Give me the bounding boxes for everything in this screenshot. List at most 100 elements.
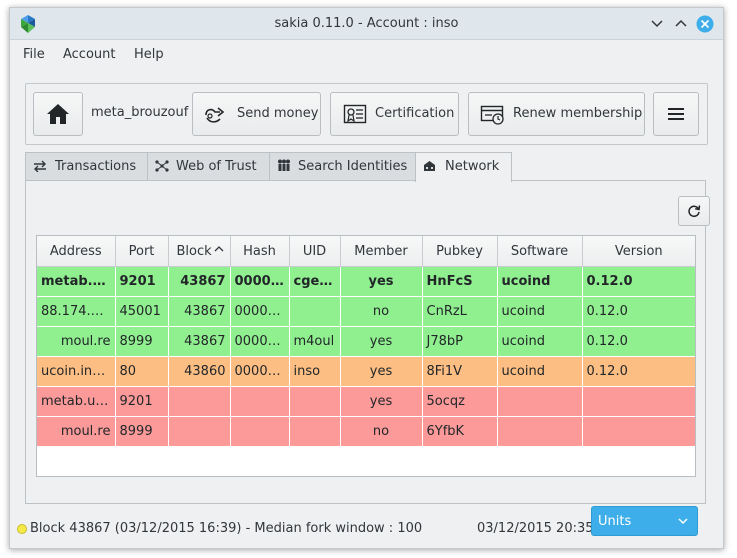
column-header-hash[interactable]: Hash <box>230 236 290 267</box>
cell-address: moul.re <box>37 416 116 447</box>
network-table[interactable]: Address Port Block Hash UID Member Pubke… <box>36 235 696 477</box>
membership-card-icon <box>480 105 504 125</box>
cell-address: metab.uc... <box>37 386 116 417</box>
menu-account[interactable]: Account <box>63 47 116 62</box>
menu-help[interactable]: Help <box>134 47 164 62</box>
chevron-up-icon <box>675 19 687 27</box>
cell-uid: inso <box>289 356 341 387</box>
tab-search-identities-label: Search Identities <box>298 159 408 174</box>
column-header-member[interactable]: Member <box>340 236 423 267</box>
tab-search-identities[interactable]: Search Identities <box>269 152 416 180</box>
tab-web-of-trust[interactable]: Web of Trust <box>147 152 270 180</box>
cell-hash <box>230 386 290 417</box>
cell-hash <box>230 416 290 447</box>
header-label: Member <box>354 243 408 259</box>
toolbar: meta_brouzouf Send money Certification R… <box>25 83 708 145</box>
cell-port: 8999 <box>115 416 169 447</box>
cell-port: 80 <box>115 356 169 387</box>
cell-software: ucoind <box>497 296 583 327</box>
status-bar: Block 43867 (03/12/2015 16:39) - Median … <box>10 506 723 546</box>
cell-pubkey: J78bP <box>422 326 498 357</box>
units-dropdown[interactable]: Units <box>591 506 698 536</box>
cell-block: 43867 <box>168 296 231 327</box>
server-icon <box>424 161 435 171</box>
header-label: Port <box>128 243 155 259</box>
column-header-version[interactable]: Version <box>582 236 695 267</box>
people-icon <box>278 159 290 171</box>
table-row[interactable]: moul.re 8999 43867 00007... m4oul yes J78bP uco… <box>37 326 695 357</box>
cell-block: 43867 <box>168 266 231 297</box>
table-row[interactable]: ucoin.ins... 80 43860 0000A... inso yes 8Fi1V u… <box>37 356 695 387</box>
cell-version: 0.12.0 <box>582 326 695 357</box>
header-label: UID <box>302 243 327 259</box>
tab-network-label: Network <box>445 159 500 174</box>
column-header-address[interactable]: Address <box>37 236 116 267</box>
cell-pubkey: 8Fi1V <box>422 356 498 387</box>
column-header-block[interactable]: Block <box>168 236 231 267</box>
table-row[interactable]: moul.re 8999 no 6YfbK <box>37 416 695 447</box>
send-money-icon <box>205 107 225 123</box>
renew-membership-button[interactable]: Renew membership <box>468 92 645 136</box>
main-window: sakia 0.11.0 - Account : inso File Accou… <box>9 7 724 549</box>
cell-member: yes <box>340 386 423 417</box>
units-dropdown-value: Units <box>598 514 632 529</box>
cell-port: 45001 <box>115 296 169 327</box>
cell-hash: 0000A... <box>230 356 290 387</box>
cell-pubkey: CnRzL <box>422 296 498 327</box>
certification-button[interactable]: Certification <box>330 92 459 136</box>
tab-transactions-label: Transactions <box>55 159 137 174</box>
maximize-button[interactable] <box>672 15 690 33</box>
table-row[interactable]: metab.uc... 9201 yes 5ocqz <box>37 386 695 417</box>
cell-member: yes <box>340 266 423 297</box>
transfer-icon <box>34 160 46 172</box>
close-icon <box>696 15 714 33</box>
tab-network[interactable]: Network <box>415 152 512 182</box>
cell-software <box>497 386 583 417</box>
cell-address: 88.174.12... <box>37 296 116 327</box>
cell-member: yes <box>340 326 423 357</box>
window-title: sakia 0.11.0 - Account : inso <box>274 16 459 31</box>
cell-pubkey: 6YfbK <box>422 416 498 447</box>
cell-member: no <box>340 296 423 327</box>
minimize-button[interactable] <box>648 15 666 33</box>
menu-bar: File Account Help <box>10 40 723 68</box>
hamburger-menu-button[interactable] <box>653 92 699 136</box>
cell-version <box>582 416 695 447</box>
cell-hash: 00007... <box>230 326 290 357</box>
refresh-icon <box>688 205 701 218</box>
refresh-button[interactable] <box>678 196 710 226</box>
header-label: Address <box>49 243 102 259</box>
tab-transactions[interactable]: Transactions <box>25 152 148 180</box>
column-header-software[interactable]: Software <box>497 236 583 267</box>
title-bar[interactable]: sakia 0.11.0 - Account : inso <box>10 8 723 40</box>
cell-port: 9201 <box>115 386 169 417</box>
cell-pubkey: HnFcS <box>422 266 498 297</box>
cell-uid <box>289 416 341 447</box>
header-label: Version <box>614 243 663 259</box>
close-button[interactable] <box>696 15 714 33</box>
table-body: metab.u... 9201 43867 00007... cgeek yes HnFcS… <box>37 266 695 447</box>
account-name-label: meta_brouzouf <box>91 105 189 120</box>
cell-version: 0.12.0 <box>582 356 695 387</box>
home-icon <box>47 104 69 124</box>
cell-block <box>168 386 231 417</box>
column-header-port[interactable]: Port <box>115 236 169 267</box>
column-header-uid[interactable]: UID <box>289 236 341 267</box>
send-money-button[interactable]: Send money <box>192 92 321 136</box>
network-panel: Address Port Block Hash UID Member Pubke… <box>25 180 710 504</box>
cell-version <box>582 386 695 417</box>
cell-uid: m4oul <box>289 326 341 357</box>
menu-file[interactable]: File <box>23 47 45 62</box>
cell-uid <box>289 296 341 327</box>
home-button[interactable] <box>33 92 83 136</box>
sync-status-indicator <box>17 524 27 534</box>
cell-version: 0.12.0 <box>582 266 695 297</box>
column-header-pubkey[interactable]: Pubkey <box>422 236 498 267</box>
current-datetime: 03/12/2015 20:35 <box>477 521 594 536</box>
table-row[interactable]: metab.u... 9201 43867 00007... cgeek yes HnFcS… <box>37 266 695 297</box>
table-row[interactable]: 88.174.12... 45001 43867 00007... no CnRzL uco… <box>37 296 695 327</box>
cell-pubkey: 5ocqz <box>422 386 498 417</box>
chevron-down-icon <box>651 20 663 28</box>
cell-address: moul.re <box>37 326 116 357</box>
cell-member: no <box>340 416 423 447</box>
